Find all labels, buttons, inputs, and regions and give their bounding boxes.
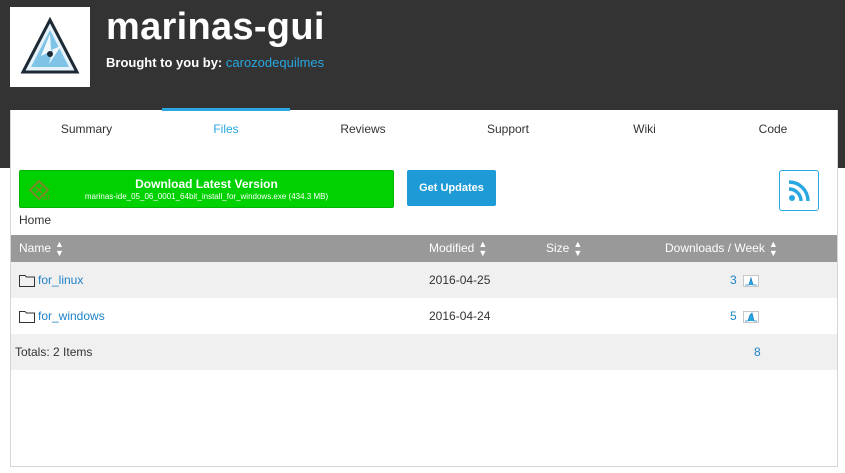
download-count[interactable]: 5: [730, 309, 737, 323]
column-name-header[interactable]: Name ▲ ▼: [19, 235, 64, 262]
modified-date: 2016-04-25: [429, 273, 491, 287]
tab-files[interactable]: Files: [162, 108, 290, 148]
downloads-cell: 5: [730, 298, 759, 334]
column-modified-label: Modified: [429, 241, 475, 255]
modified-date: 2016-04-24: [429, 309, 491, 323]
column-size-label: Size: [546, 241, 570, 255]
sort-icon: ▲ ▼: [768, 238, 778, 258]
column-downloads-label: Downloads / Week: [665, 241, 765, 255]
folder-icon: [19, 311, 35, 323]
table-header: Name ▲ ▼ Modified ▲ ▼ Size ▲ ▼ Downloads / Wee…: [11, 235, 837, 262]
totals-row: Totals: 2 Items 8: [11, 334, 837, 370]
sparkline-icon[interactable]: [742, 274, 759, 287]
column-downloads-header[interactable]: Downloads / Week ▲ ▼: [665, 235, 778, 262]
downloads-cell: 3: [730, 262, 759, 298]
byline-prefix: Brought to you by:: [106, 55, 223, 70]
folder-link[interactable]: for_linux: [38, 262, 83, 298]
folder-icon: [19, 275, 35, 287]
get-updates-button[interactable]: Get Updates: [407, 170, 496, 206]
sort-icon: ▲ ▼: [478, 238, 488, 258]
tab-support[interactable]: Support: [436, 110, 580, 148]
tab-wiki[interactable]: Wiki: [580, 110, 709, 148]
totals-downloads[interactable]: 8: [754, 334, 761, 370]
table-row[interactable]: for_windows 2016-04-24 5: [11, 298, 837, 334]
sparkline-icon[interactable]: [742, 310, 759, 323]
tab-code[interactable]: Code: [709, 110, 837, 148]
download-latest-button[interactable]: SF Download Latest Version marinas-ide_0…: [19, 170, 394, 208]
project-title: marinas-gui: [106, 6, 325, 48]
breadcrumb[interactable]: Home: [19, 213, 51, 227]
download-filename: marinas-ide_05_06_0001_64bit_install_for…: [84, 192, 329, 201]
totals-label: Totals: 2 Items: [15, 345, 93, 359]
table-row[interactable]: for_linux 2016-04-25 3: [11, 262, 837, 298]
project-logo[interactable]: [10, 7, 90, 87]
column-modified-header[interactable]: Modified ▲ ▼: [429, 235, 487, 262]
column-name-label: Name: [19, 241, 52, 255]
project-logo-icon: [20, 16, 80, 74]
tab-reviews[interactable]: Reviews: [290, 110, 436, 148]
project-content: Summary Files Reviews Support Wiki Code …: [10, 108, 838, 467]
sort-icon: ▲ ▼: [55, 238, 64, 258]
rss-button[interactable]: [779, 170, 819, 211]
author-link[interactable]: carozodequilmes: [226, 55, 324, 70]
sort-icon: ▲ ▼: [573, 238, 583, 258]
folder-link[interactable]: for_windows: [38, 298, 105, 334]
download-title: Download Latest Version: [135, 177, 278, 191]
rss-icon: [788, 179, 810, 201]
files-table: Name ▲ ▼ Modified ▲ ▼ Size ▲ ▼ Downloads / Wee…: [11, 235, 837, 370]
download-count[interactable]: 3: [730, 273, 737, 287]
project-tabs: Summary Files Reviews Support Wiki Code: [11, 108, 837, 148]
tab-summary[interactable]: Summary: [11, 110, 162, 148]
column-size-header[interactable]: Size ▲ ▼: [546, 235, 582, 262]
project-byline: Brought to you by: carozodequilmes: [106, 55, 324, 70]
